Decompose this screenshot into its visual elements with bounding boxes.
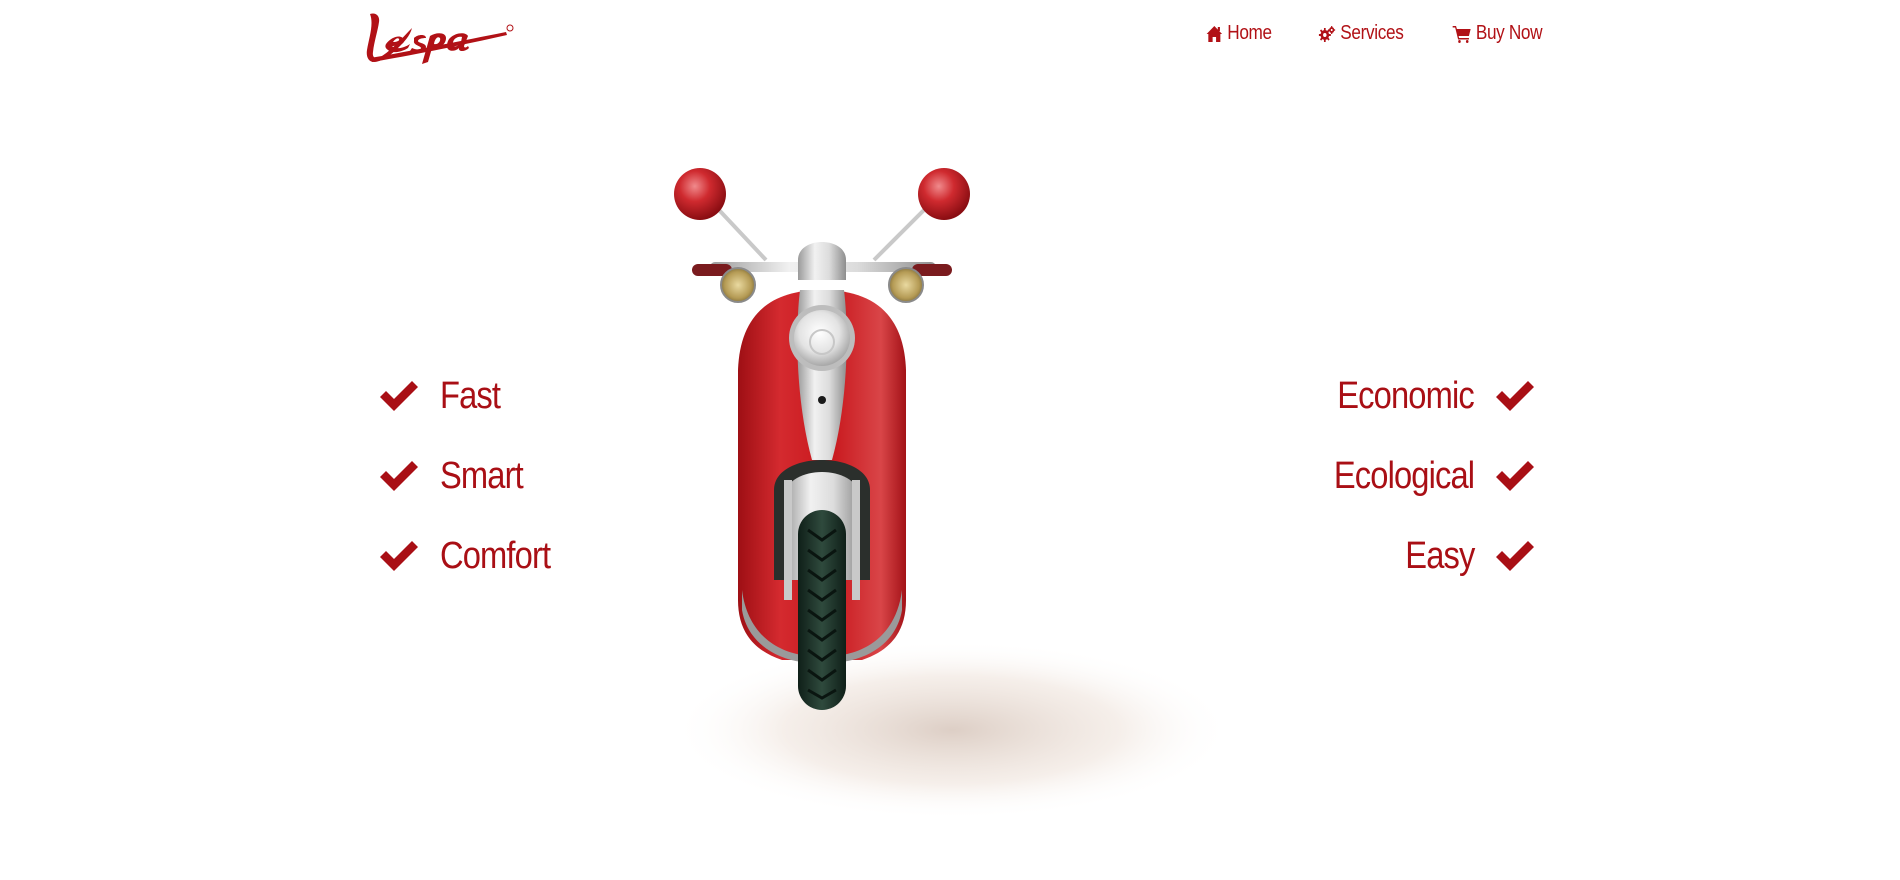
- check-icon: [380, 541, 418, 571]
- feature-economic-label: Economic: [1337, 375, 1474, 417]
- feature-ecological-label: Ecological: [1333, 455, 1475, 497]
- feature-comfort-label: Comfort: [440, 535, 551, 577]
- page: Home Services Buy Now Fast Smart Comfort…: [0, 0, 1900, 880]
- nav-home-link[interactable]: Home: [1205, 22, 1272, 45]
- nav-buy-now-link[interactable]: Buy Now: [1452, 22, 1542, 45]
- gears-icon: [1319, 25, 1336, 42]
- feature-smart-label: Smart: [440, 455, 524, 497]
- hero-scooter-image: [602, 110, 1302, 830]
- nav-home-label: Home: [1226, 22, 1272, 44]
- nav-buy-now-label: Buy Now: [1475, 22, 1543, 44]
- vespa-logo[interactable]: [366, 8, 516, 66]
- cart-icon: [1452, 25, 1471, 43]
- nav-services-link[interactable]: Services: [1319, 22, 1404, 45]
- main-nav: Home Services Buy Now: [1195, 22, 1542, 45]
- home-icon: [1206, 25, 1222, 42]
- feature-easy: Easy: [1394, 537, 1536, 575]
- check-icon: [1496, 461, 1534, 491]
- check-icon: [1496, 381, 1534, 411]
- feature-fast-label: Fast: [440, 375, 501, 417]
- check-icon: [1496, 541, 1534, 571]
- nav-services-label: Services: [1340, 22, 1405, 44]
- feature-easy-label: Easy: [1404, 535, 1475, 577]
- check-icon: [380, 461, 418, 491]
- feature-smart: Smart: [378, 457, 536, 495]
- feature-economic: Economic: [1315, 377, 1536, 415]
- feature-comfort: Comfort: [378, 537, 568, 575]
- check-icon: [380, 381, 418, 411]
- feature-fast: Fast: [378, 377, 510, 415]
- feature-ecological: Ecological: [1311, 457, 1536, 495]
